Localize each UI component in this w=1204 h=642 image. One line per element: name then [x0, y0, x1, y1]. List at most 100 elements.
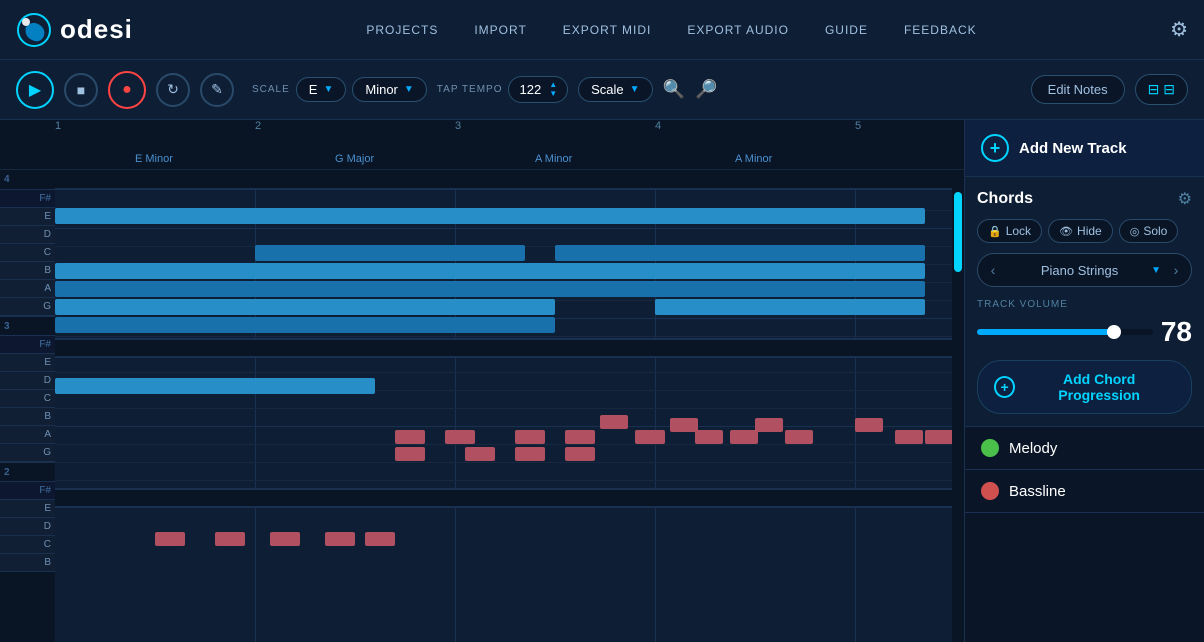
nav-guide[interactable]: GUIDE	[819, 19, 874, 41]
beat-g-3[interactable]	[515, 447, 545, 461]
beat-t2-4[interactable]	[325, 532, 355, 546]
track-item-melody[interactable]: Melody	[965, 427, 1204, 470]
scale-type-select[interactable]: Minor ▼	[352, 77, 426, 102]
chord-block-d-2[interactable]	[555, 245, 925, 261]
key-c-2[interactable]: C	[0, 536, 55, 554]
chord-block-a-1[interactable]	[55, 299, 555, 315]
key-c-3[interactable]: C	[0, 390, 55, 408]
record-button[interactable]: ●	[108, 71, 146, 109]
nav-export-midi[interactable]: EXPORT MIDI	[557, 19, 658, 41]
vertical-scrollbar[interactable]	[952, 170, 964, 642]
beat-t2-5[interactable]	[365, 532, 395, 546]
beat-g-4[interactable]	[565, 447, 595, 461]
chord-block-e-full[interactable]	[55, 208, 925, 224]
track-item-bassline[interactable]: Bassline	[965, 470, 1204, 513]
beat-t2-2[interactable]	[215, 532, 245, 546]
key-fsharp-2[interactable]: F#	[0, 482, 55, 500]
nav-export-audio[interactable]: EXPORT AUDIO	[681, 19, 795, 41]
key-fsharp-3[interactable]: F#	[0, 336, 55, 354]
tempo-up[interactable]: ▲	[549, 81, 557, 89]
lock-button[interactable]: 🔒 Lock	[977, 219, 1042, 243]
key-d-4[interactable]: D	[0, 226, 55, 244]
volume-bar[interactable]	[977, 329, 1153, 335]
track-volume-section: TRACK VOLUME 78	[977, 299, 1192, 348]
stop-button[interactable]: ■	[64, 73, 98, 107]
nav-import[interactable]: IMPORT	[468, 19, 532, 41]
beat-7[interactable]	[670, 418, 698, 432]
beat-g-2[interactable]	[465, 447, 495, 461]
volume-slider-container[interactable]	[977, 329, 1153, 335]
beat-12[interactable]	[855, 418, 883, 432]
beat-t2-1[interactable]	[155, 532, 185, 546]
beat-2[interactable]	[445, 430, 475, 444]
solo-button[interactable]: ◎ Solo	[1119, 219, 1179, 243]
key-a-3[interactable]: A	[0, 426, 55, 444]
beat-8[interactable]	[695, 430, 723, 444]
beat-5[interactable]	[600, 415, 628, 429]
loop-button[interactable]: ↻	[156, 73, 190, 107]
key-b-3[interactable]: B	[0, 408, 55, 426]
add-track-plus-icon: +	[981, 134, 1009, 162]
timeline: 1 2 3 4 5 E Minor G Major A Minor A Mino…	[0, 120, 964, 170]
beat-6[interactable]	[635, 430, 665, 444]
beat-3[interactable]	[515, 430, 545, 444]
tap-tempo-label[interactable]: TAP TEMPO	[437, 84, 503, 95]
view-select[interactable]: Scale ▼	[578, 77, 652, 102]
beat-10[interactable]	[755, 418, 783, 432]
zoom-in-icon[interactable]: 🔎	[695, 79, 717, 100]
hide-button[interactable]: 👁 Hide	[1048, 219, 1113, 243]
marker-3: 3	[455, 120, 461, 132]
instrument-prev[interactable]: ‹	[978, 254, 1008, 286]
instrument-next[interactable]: ›	[1161, 254, 1191, 286]
chord-block-g-1[interactable]	[55, 317, 555, 333]
scrollbar-thumb[interactable]	[954, 192, 962, 272]
tempo-down[interactable]: ▼	[549, 90, 557, 98]
marker-1: 1	[55, 120, 61, 132]
beat-14[interactable]	[925, 430, 952, 444]
chords-gear-icon[interactable]: ⚙	[1178, 189, 1192, 209]
key-g-3[interactable]: G	[0, 444, 55, 462]
add-new-track-button[interactable]: + Add New Track	[965, 120, 1204, 177]
play-button[interactable]: ▶	[16, 71, 54, 109]
beat-4[interactable]	[565, 430, 595, 444]
beat-t2-3[interactable]	[270, 532, 300, 546]
key-d-3[interactable]: D	[0, 372, 55, 390]
mixer-button[interactable]: ⊟ ⊟	[1135, 74, 1188, 105]
edit-notes-button[interactable]: Edit Notes	[1031, 75, 1125, 104]
beat-1[interactable]	[395, 430, 425, 444]
chord-block-b-full[interactable]	[55, 281, 925, 297]
marker-2: 2	[255, 120, 261, 132]
beat-g-1[interactable]	[395, 447, 425, 461]
key-e-4[interactable]: E	[0, 208, 55, 226]
edit-button[interactable]: ✎	[200, 73, 234, 107]
key-fsharp-4[interactable]: F#	[0, 190, 55, 208]
chord-block-c-full[interactable]	[55, 263, 925, 279]
key-b-2[interactable]: B	[0, 554, 55, 572]
key-d-2[interactable]: D	[0, 518, 55, 536]
zoom-out-icon[interactable]: 🔍	[663, 79, 685, 100]
settings-icon[interactable]: ⚙	[1170, 17, 1188, 42]
scale-key-select[interactable]: E ▼	[296, 77, 347, 102]
add-chord-progression-button[interactable]: + Add Chord Progression	[977, 360, 1192, 414]
beat-13[interactable]	[895, 430, 923, 444]
piano-keys: 4 F# E D C B A G 3 F# E D C B A G	[0, 170, 55, 642]
solo-icon: ◎	[1130, 225, 1140, 238]
nav-projects[interactable]: PROJECTS	[360, 19, 444, 41]
key-e-3[interactable]: E	[0, 354, 55, 372]
key-g-4[interactable]: G	[0, 298, 55, 316]
beat-11[interactable]	[785, 430, 813, 444]
key-c-4[interactable]: C	[0, 244, 55, 262]
volume-handle[interactable]	[1107, 325, 1121, 339]
beat-9[interactable]	[730, 430, 758, 444]
chord-block-t3-e[interactable]	[55, 378, 375, 394]
nav-feedback[interactable]: FEEDBACK	[898, 19, 983, 41]
piano-roll-grid[interactable]	[55, 170, 952, 642]
chord-block-d-1[interactable]	[255, 245, 525, 261]
key-b-4[interactable]: B	[0, 262, 55, 280]
volume-fill	[977, 329, 1114, 335]
track-3-label: 3	[4, 321, 10, 332]
chord-block-a-2[interactable]	[655, 299, 925, 315]
key-e-2[interactable]: E	[0, 500, 55, 518]
grid-background	[55, 170, 952, 642]
key-a-4[interactable]: A	[0, 280, 55, 298]
